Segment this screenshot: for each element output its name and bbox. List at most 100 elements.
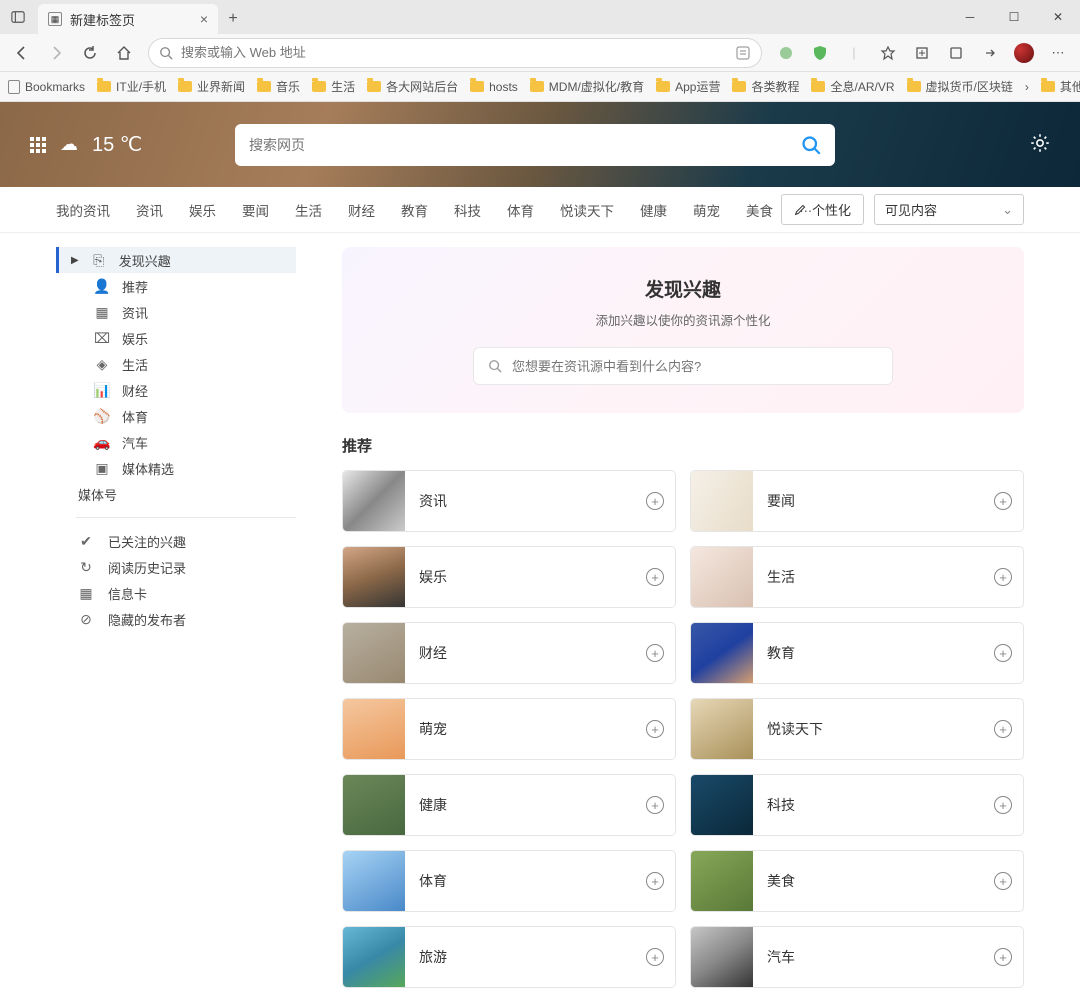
settings-gear-icon[interactable]	[1030, 133, 1050, 156]
bookmark-folder[interactable]: 各类教程	[732, 78, 799, 95]
bookmark-folder[interactable]: 业界新闻	[178, 78, 245, 95]
nav-item[interactable]: 科技	[454, 200, 481, 220]
add-interest-button[interactable]: +	[983, 796, 1023, 814]
temperature[interactable]: 15 ℃	[92, 132, 142, 157]
ext-icon-1[interactable]	[770, 37, 802, 69]
nav-item[interactable]: 体育	[507, 200, 534, 220]
nav-item[interactable]: 萌宠	[693, 200, 720, 220]
back-button[interactable]	[6, 37, 38, 69]
bookmark-folder[interactable]: 各大网站后台	[367, 78, 458, 95]
nav-item[interactable]: 娱乐	[189, 200, 216, 220]
personalize-button[interactable]: 个性化	[781, 194, 864, 225]
nav-item[interactable]: 要闻	[242, 200, 269, 220]
new-tab-button[interactable]: +	[218, 4, 248, 34]
interest-card[interactable]: 汽车+	[690, 926, 1024, 988]
interest-card[interactable]: 生活+	[690, 546, 1024, 608]
refresh-button[interactable]	[74, 37, 106, 69]
web-search-box[interactable]	[235, 124, 835, 166]
more-menu-icon[interactable]: ⋯	[1042, 37, 1074, 69]
interest-card[interactable]: 体育+	[342, 850, 676, 912]
sidebar-item[interactable]: ⚾体育	[56, 403, 296, 429]
weather-icon[interactable]: ☁	[60, 134, 78, 155]
browser-tab[interactable]: ▦ 新建标签页 ×	[38, 4, 218, 34]
home-button[interactable]	[108, 37, 140, 69]
sidebar-item[interactable]: 📊财经	[56, 377, 296, 403]
add-interest-button[interactable]: +	[983, 644, 1023, 662]
add-interest-button[interactable]: +	[983, 492, 1023, 510]
interest-card[interactable]: 要闻+	[690, 470, 1024, 532]
add-interest-button[interactable]: +	[635, 568, 675, 586]
bookmark-folder[interactable]: App运营	[656, 78, 720, 95]
overflow-chevron-icon[interactable]: ›	[1025, 80, 1029, 94]
nav-item[interactable]: 生活	[295, 200, 322, 220]
interest-card[interactable]: 旅游+	[342, 926, 676, 988]
nav-item[interactable]: 我的资讯	[56, 200, 110, 220]
share-icon[interactable]	[974, 37, 1006, 69]
interest-card[interactable]: 科技+	[690, 774, 1024, 836]
nav-item[interactable]: 美食	[746, 200, 773, 220]
maximize-button[interactable]: ☐	[992, 0, 1036, 34]
interest-card[interactable]: 资讯+	[342, 470, 676, 532]
interest-card[interactable]: 财经+	[342, 622, 676, 684]
sidebar-item[interactable]: ▦资讯	[56, 299, 296, 325]
add-interest-button[interactable]: +	[635, 644, 675, 662]
ext-icon-2[interactable]	[804, 37, 836, 69]
add-interest-button[interactable]: +	[635, 796, 675, 814]
collections-icon[interactable]	[906, 37, 938, 69]
bookmark-folder[interactable]: 音乐	[257, 78, 300, 95]
add-interest-button[interactable]: +	[983, 948, 1023, 966]
minimize-button[interactable]: ─	[948, 0, 992, 34]
address-input[interactable]	[181, 45, 727, 60]
add-interest-button[interactable]: +	[983, 720, 1023, 738]
nav-item[interactable]: 悦读天下	[560, 200, 614, 220]
apps-grid-icon[interactable]	[30, 137, 46, 153]
sidebar-item[interactable]: 🚗汽车	[56, 429, 296, 455]
add-interest-button[interactable]: +	[635, 492, 675, 510]
add-interest-button[interactable]: +	[635, 948, 675, 966]
interest-card[interactable]: 美食+	[690, 850, 1024, 912]
close-window-button[interactable]: ✕	[1036, 0, 1080, 34]
bookmark-folder[interactable]: hosts	[470, 78, 518, 95]
address-bar[interactable]	[148, 38, 762, 68]
nav-item[interactable]: 健康	[640, 200, 667, 220]
interest-card[interactable]: 娱乐+	[342, 546, 676, 608]
add-interest-button[interactable]: +	[635, 720, 675, 738]
add-interest-button[interactable]: +	[983, 872, 1023, 890]
sidebar-bottom-item[interactable]: ⊘隐藏的发布者	[56, 606, 296, 632]
sidebar-bottom-item[interactable]: ↻阅读历史记录	[56, 554, 296, 580]
add-interest-button[interactable]: +	[635, 872, 675, 890]
nav-item[interactable]: 教育	[401, 200, 428, 220]
sidebar-item-media[interactable]: 媒体号	[56, 481, 296, 507]
favorites-icon[interactable]	[872, 37, 904, 69]
sidebar-bottom-item[interactable]: ✔已关注的兴趣	[56, 528, 296, 554]
sidebar-bottom-item[interactable]: ▦信息卡	[56, 580, 296, 606]
bookmark-folder[interactable]: IT业/手机	[97, 78, 166, 95]
visible-content-select[interactable]: 可见内容 ⌄	[874, 194, 1024, 225]
profile-avatar[interactable]	[1008, 37, 1040, 69]
sidebar-item-discover[interactable]: ▶ ⎘ 发现兴趣	[56, 247, 296, 273]
add-interest-button[interactable]: +	[983, 568, 1023, 586]
bookmark-folder[interactable]: 虚拟货币/区块链	[907, 78, 1013, 95]
web-search-input[interactable]	[249, 137, 801, 153]
bookmark-item[interactable]: Bookmarks	[8, 80, 85, 94]
bookmark-folder[interactable]: MDM/虚拟化/教育	[530, 78, 644, 95]
tab-actions-icon[interactable]	[0, 0, 36, 34]
forward-button[interactable]	[40, 37, 72, 69]
sidebar-item[interactable]: 👤推荐	[56, 273, 296, 299]
interest-card[interactable]: 萌宠+	[342, 698, 676, 760]
sidebar-item[interactable]: ◈生活	[56, 351, 296, 377]
interest-card[interactable]: 健康+	[342, 774, 676, 836]
interest-card[interactable]: 教育+	[690, 622, 1024, 684]
tab-close-icon[interactable]: ×	[200, 11, 208, 27]
interest-search-input[interactable]	[512, 359, 878, 374]
reader-mode-icon[interactable]	[735, 45, 751, 61]
nav-item[interactable]: 财经	[348, 200, 375, 220]
sidebar-item[interactable]: ▣媒体精选	[56, 455, 296, 481]
other-bookmarks[interactable]: 其他收藏夹	[1041, 78, 1080, 95]
sidebar-item[interactable]: ⌧娱乐	[56, 325, 296, 351]
bookmark-folder[interactable]: 生活	[312, 78, 355, 95]
interest-card[interactable]: 悦读天下+	[690, 698, 1024, 760]
bookmark-folder[interactable]: 全息/AR/VR	[811, 78, 894, 95]
search-icon[interactable]	[801, 135, 821, 155]
interest-search-box[interactable]	[473, 347, 893, 385]
